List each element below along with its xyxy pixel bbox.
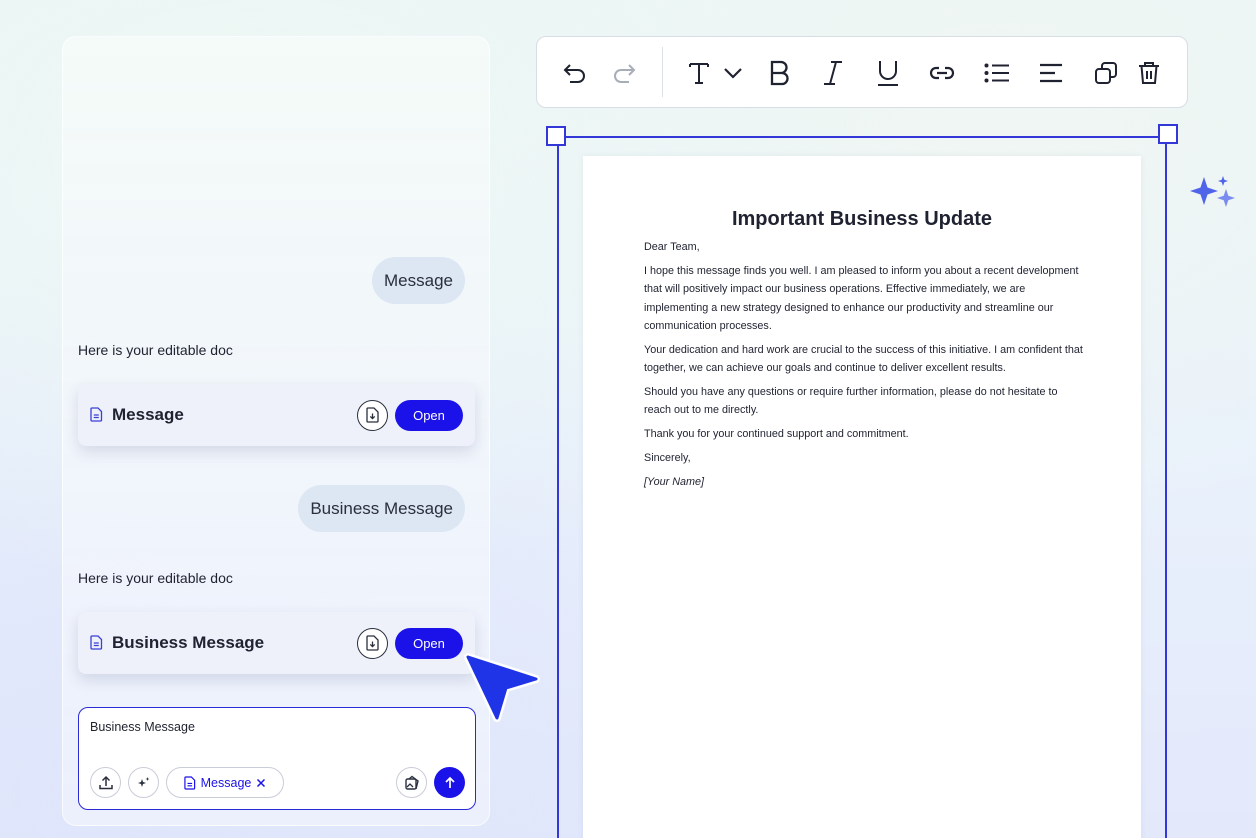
document-paragraph[interactable]: Sincerely, [644,449,1084,467]
bold-icon[interactable] [761,55,797,91]
document-paragraph[interactable]: Should you have any questions or require… [644,383,1084,420]
bullet-list-icon[interactable] [979,55,1015,91]
gallery-icon[interactable] [396,767,427,798]
editor-toolbar [536,36,1188,108]
file-icon [90,635,104,651]
italic-icon[interactable] [815,55,851,91]
align-left-icon[interactable] [1033,55,1069,91]
document-paragraph[interactable]: I hope this message finds you well. I am… [644,262,1084,335]
doc-card[interactable]: Message Open [78,384,475,446]
open-button[interactable]: Open [395,399,463,431]
doc-card-title: Business Message [112,633,265,652]
document-signature[interactable]: [Your Name] [644,473,1084,491]
document-paragraph[interactable]: Dear Team, [644,238,1084,256]
user-message-bubble: Business Message [298,485,465,532]
document-body[interactable]: Dear Team, I hope this message finds you… [644,238,1084,497]
composer-input[interactable]: Business Message [90,720,195,734]
document-paragraph[interactable]: Your dedication and hard work are crucia… [644,341,1084,378]
duplicate-icon[interactable] [1088,55,1124,91]
text-type-icon[interactable] [681,55,717,91]
chat-composer[interactable]: Business Message Message [78,707,476,810]
toolbar-divider [662,47,663,97]
document-paragraph[interactable]: Thank you for your continued support and… [644,425,1084,443]
chat-panel: Message Here is your editable doc Messag… [62,36,490,826]
doc-card-title: Message [112,405,184,424]
sparkle-icon[interactable] [128,767,159,798]
undo-icon[interactable] [557,55,593,91]
delete-icon[interactable] [1131,55,1167,91]
download-file-icon[interactable] [357,399,388,431]
sparkle-icon [1190,176,1235,207]
pointer-cursor-icon [464,653,540,722]
close-icon[interactable] [256,778,266,788]
link-icon[interactable] [924,55,960,91]
redo-icon[interactable] [606,55,642,91]
file-icon [90,407,104,423]
document-title[interactable]: Important Business Update [583,208,1141,231]
send-arrow-icon[interactable] [434,767,465,798]
chevron-down-icon[interactable] [715,55,751,91]
resize-handle[interactable] [1158,124,1178,144]
attached-doc-chip[interactable]: Message [166,767,284,798]
open-button[interactable]: Open [395,627,463,659]
document-page[interactable]: Important Business Update Dear Team, I h… [583,156,1141,838]
download-file-icon[interactable] [357,627,388,659]
chip-label: Message [200,775,252,790]
underline-icon[interactable] [870,55,906,91]
assistant-message: Here is your editable doc [78,570,233,586]
upload-icon[interactable] [90,767,121,798]
file-icon [183,775,195,790]
user-message-bubble: Message [372,257,465,304]
doc-card[interactable]: Business Message Open [78,612,475,674]
resize-handle[interactable] [546,126,566,146]
assistant-message: Here is your editable doc [78,342,233,358]
